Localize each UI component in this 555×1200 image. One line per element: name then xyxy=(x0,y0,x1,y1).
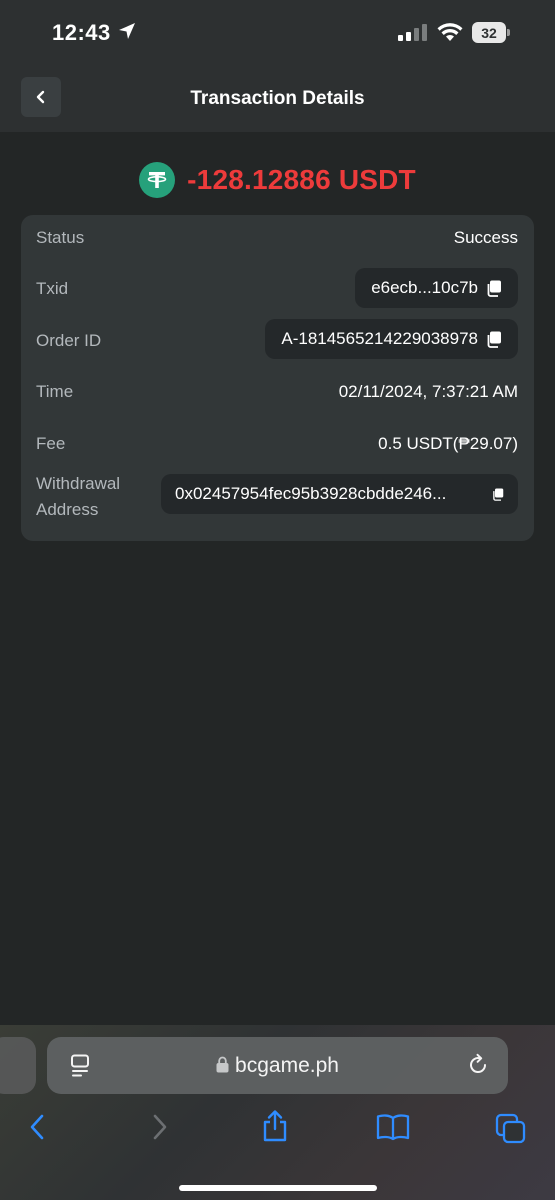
order-id-copy-button[interactable]: A-1814565214229038978 xyxy=(265,319,518,359)
status-row: Status Success xyxy=(21,215,534,265)
withdrawal-address-row: Withdrawal Address 0x02457954fec95b3928c… xyxy=(21,468,534,528)
home-indicator xyxy=(179,1185,377,1191)
order-id-label: Order ID xyxy=(36,331,102,350)
url-text: bcgame.ph xyxy=(235,1054,339,1077)
withdrawal-address-label-line1: Withdrawal xyxy=(36,474,121,493)
time-row: Time 02/11/2024, 7:37:21 AM xyxy=(21,367,534,417)
share-icon[interactable] xyxy=(260,1109,290,1143)
wifi-icon xyxy=(437,23,463,41)
withdrawal-address-value: 0x02457954fec95b3928cbdde246... xyxy=(175,484,447,503)
copy-icon xyxy=(493,488,504,501)
browser-back-icon[interactable] xyxy=(27,1113,49,1141)
address-bar[interactable]: bcgame.ph xyxy=(47,1037,508,1094)
txid-label: Txid xyxy=(36,279,69,298)
amount-row: -128.12886 USDT xyxy=(0,160,555,200)
location-arrow-icon xyxy=(119,23,135,39)
previous-tab-preview[interactable] xyxy=(0,1037,36,1094)
battery-tip xyxy=(507,29,510,36)
time-label: Time xyxy=(36,382,74,401)
page-header: Transaction Details xyxy=(0,68,555,132)
copy-icon xyxy=(487,331,501,348)
txid-row: Txid e6ecb...10c7b xyxy=(21,265,534,315)
txid-copy-button[interactable]: e6ecb...10c7b xyxy=(355,268,518,308)
txid-value: e6ecb...10c7b xyxy=(371,278,478,297)
clock: 12:43 xyxy=(52,20,111,45)
status-label: Status xyxy=(36,228,85,247)
time-value: 02/11/2024, 7:37:21 AM xyxy=(338,382,518,401)
lock-icon xyxy=(216,1056,229,1073)
transaction-amount: -128.12886 USDT xyxy=(187,164,416,195)
bookmarks-icon[interactable] xyxy=(376,1113,410,1141)
withdrawal-address-label-line2: Address xyxy=(36,500,99,519)
page-title: Transaction Details xyxy=(190,88,365,109)
order-id-value: A-1814565214229038978 xyxy=(281,329,478,348)
fee-row: Fee 0.5 USDT(₱29.07) xyxy=(21,419,534,469)
battery-indicator: 32 xyxy=(472,22,510,43)
fee-value: 0.5 USDT(₱29.07) xyxy=(378,434,518,453)
tether-icon xyxy=(139,162,176,198)
status-value: Success xyxy=(453,228,518,247)
withdrawal-address-copy-button[interactable]: 0x02457954fec95b3928cbdde246... xyxy=(161,474,518,514)
browser-forward-icon[interactable] xyxy=(148,1113,170,1141)
reload-icon[interactable] xyxy=(466,1053,490,1077)
cellular-signal-icon xyxy=(398,24,427,41)
browser-toolbar: bcgame.ph xyxy=(0,1025,555,1200)
withdrawal-address-label: Withdrawal Address xyxy=(36,471,120,523)
order-id-row: Order ID A-1814565214229038978 xyxy=(21,315,534,365)
copy-icon xyxy=(487,280,501,297)
url-display: bcgame.ph xyxy=(47,1054,508,1078)
status-bar: 12:43 32 xyxy=(0,0,555,68)
battery-level: 32 xyxy=(472,22,506,43)
tabs-icon[interactable] xyxy=(495,1113,527,1145)
transaction-details-card: Status Success Txid e6ecb...10c7b Order … xyxy=(21,215,534,541)
fee-label: Fee xyxy=(36,434,66,453)
